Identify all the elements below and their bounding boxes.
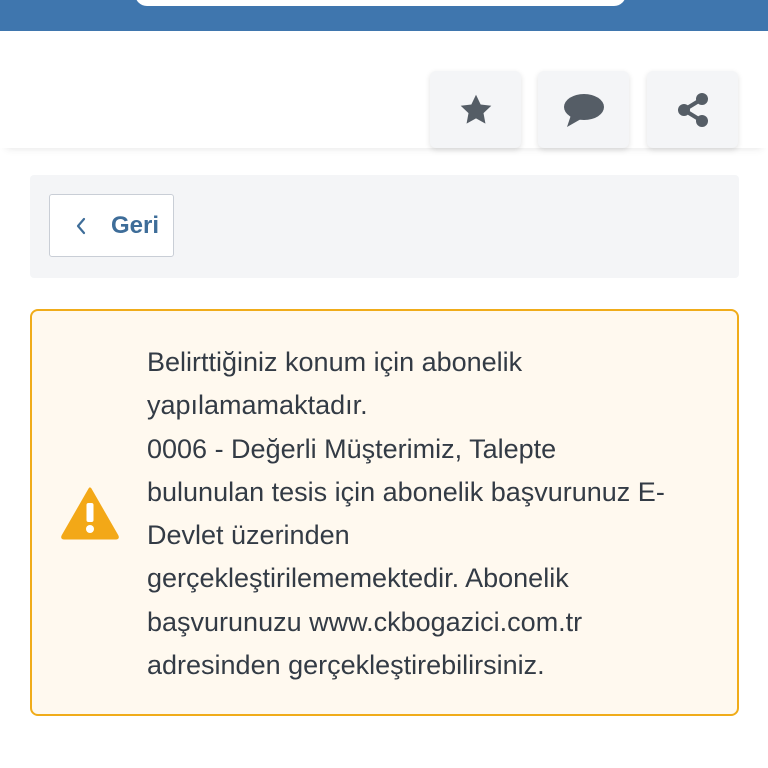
star-icon [460,94,491,124]
warning-icon [61,487,119,540]
favorite-button[interactable] [430,71,521,148]
action-bar [0,31,768,148]
header-bar [0,0,768,31]
back-button[interactable]: Geri [49,194,174,257]
alert-line: adresinden gerçekleştirebilirsiniz. [147,650,545,681]
warning-alert: Belirttiğiniz konum için abonelik yapıla… [30,309,739,716]
comment-button[interactable] [538,71,629,148]
alert-line: 0006 - Değerli Müşterimiz, Talepte [147,433,557,464]
alert-line: Belirttiğiniz konum için abonelik [147,347,523,377]
alert-message: Belirttiğiniz konum için abonelik yapıla… [147,341,717,687]
alert-line: gerçekleştirilememektedir. Abonelik [147,563,569,594]
comment-icon [563,93,604,127]
alert-line: yapılamamaktadır. [147,390,368,421]
share-icon [677,92,708,127]
alert-line: başvurunuzu www.ckbogazici.com.tr [147,606,583,637]
chevron-left-icon [76,216,90,236]
alert-line: bulunulan tesis için abonelik başvurunuz… [147,476,665,507]
share-button[interactable] [647,71,738,148]
alert-line: Devlet üzerinden [147,520,350,551]
search-box[interactable] [135,0,626,6]
back-label: Geri [111,211,160,239]
